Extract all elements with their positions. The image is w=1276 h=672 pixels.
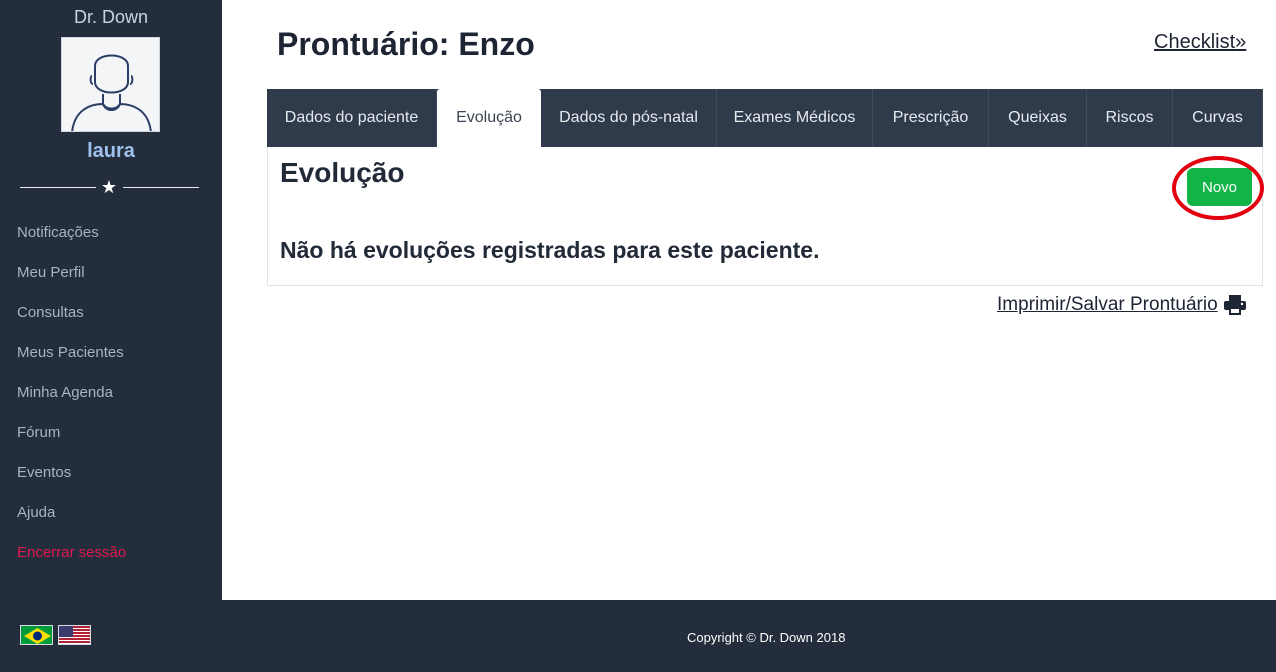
tab-evolucao[interactable]: Evolução <box>437 89 541 147</box>
user-avatar-icon <box>62 38 159 131</box>
sidebar-menu: Notificações Meu Perfil Consultas Meus Paci… <box>17 221 126 581</box>
usa-flag-icon[interactable] <box>58 625 91 645</box>
printer-icon <box>1223 295 1246 315</box>
tab-dados-do-paciente[interactable]: Dados do paciente <box>267 89 437 147</box>
brand-name: Dr. Down <box>73 7 149 27</box>
tab-prescricao[interactable]: Prescrição <box>873 89 989 147</box>
app-root: Dr. Down laura ★ Notificações Meu Perfil C… <box>0 0 1276 672</box>
brazil-flag-icon[interactable] <box>20 625 53 645</box>
sidebar-item-ajuda[interactable]: Ajuda <box>17 501 126 541</box>
tab-exames-medicos[interactable]: Exames Médicos <box>717 89 873 147</box>
tab-riscos[interactable]: Riscos <box>1087 89 1173 147</box>
sidebar: Dr. Down laura ★ Notificações Meu Perfil C… <box>0 0 222 600</box>
checklist-label: Checklist <box>1154 31 1236 53</box>
checklist-link[interactable]: Checklist» <box>1154 31 1246 54</box>
sidebar-item-forum[interactable]: Fórum <box>17 421 126 461</box>
sidebar-item-meus-pacientes[interactable]: Meus Pacientes <box>17 341 126 381</box>
page-title: Prontuário: Enzo <box>277 26 535 62</box>
star-icon: ★ <box>100 177 118 197</box>
sidebar-item-eventos[interactable]: Eventos <box>17 461 126 501</box>
divider-right <box>123 187 199 188</box>
sidebar-item-consultas[interactable]: Consultas <box>17 301 126 341</box>
tab-dados-do-pos-natal[interactable]: Dados do pós-natal <box>541 89 717 147</box>
panel-title: Evolução <box>280 157 405 188</box>
username: laura <box>87 140 135 162</box>
sidebar-item-encerrar-sessao[interactable]: Encerrar sessão <box>17 541 126 581</box>
empty-state-message: Não há evoluções registradas para este p… <box>280 237 820 263</box>
sidebar-item-notificacoes[interactable]: Notificações <box>17 221 126 261</box>
evolution-panel: Evolução Novo Não há evoluções registrad… <box>267 147 1263 286</box>
double-chevron-right-icon: » <box>1235 31 1247 53</box>
highlight-circle <box>1172 156 1264 220</box>
footer: Copyright © Dr. Down 2018 <box>0 600 1276 672</box>
avatar[interactable] <box>61 37 160 132</box>
print-save-link[interactable]: Imprimir/Salvar Prontuário <box>997 294 1246 316</box>
sidebar-item-minha-agenda[interactable]: Minha Agenda <box>17 381 126 421</box>
tab-curvas[interactable]: Curvas <box>1173 89 1263 147</box>
sidebar-item-meu-perfil[interactable]: Meu Perfil <box>17 261 126 301</box>
copyright-text: Copyright © Dr. Down 2018 <box>687 630 846 645</box>
divider-left <box>20 187 96 188</box>
tab-bar: Dados do paciente Evolução Dados do pós-na… <box>267 89 1263 147</box>
print-save-label: Imprimir/Salvar Prontuário <box>997 294 1218 315</box>
tab-queixas[interactable]: Queixas <box>989 89 1087 147</box>
